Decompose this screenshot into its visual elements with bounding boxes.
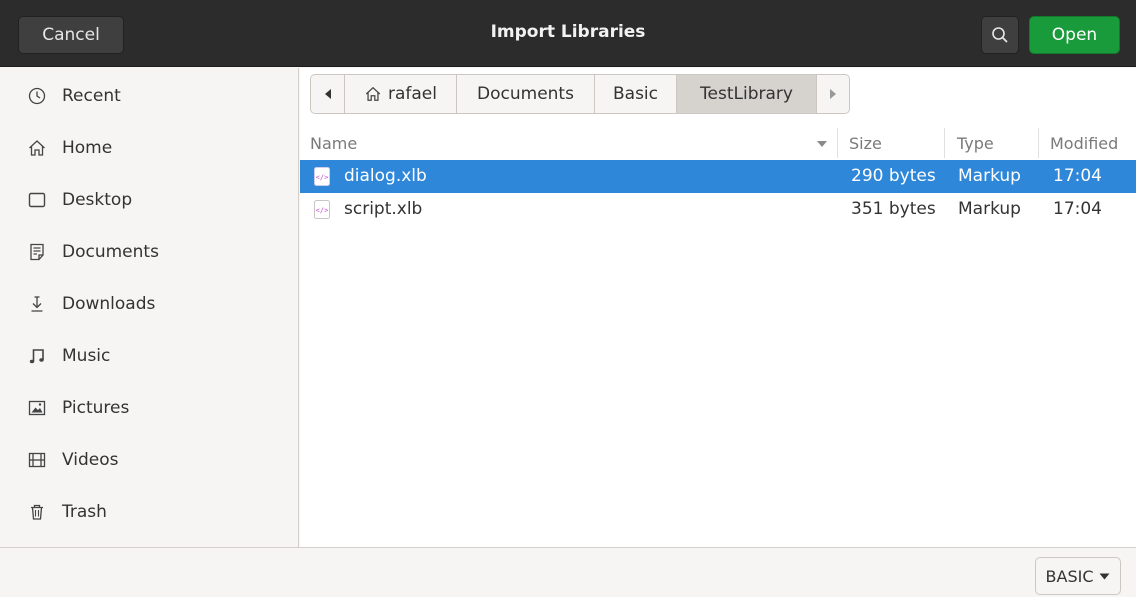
path-bar: rafael Documents Basic TestLibrary	[310, 74, 850, 114]
file-browser: rafael Documents Basic TestLibrary Name …	[300, 68, 1136, 547]
svg-text:</>: </>	[316, 174, 329, 182]
desktop-icon	[26, 189, 48, 211]
sidebar-item-label: Downloads	[62, 294, 156, 314]
sidebar-item-music[interactable]: Music	[0, 330, 298, 382]
path-segment-basic[interactable]: Basic	[595, 75, 677, 113]
sidebar-item-pictures[interactable]: Pictures	[0, 382, 298, 434]
sidebar-item-label: Home	[62, 138, 113, 158]
sidebar-item-videos[interactable]: Videos	[0, 434, 298, 486]
search-button[interactable]	[981, 16, 1019, 54]
markup-file-icon: </>	[314, 167, 330, 186]
file-filter-dropdown[interactable]: BASIC	[1035, 557, 1121, 595]
column-separator	[1038, 128, 1039, 158]
column-header: Name Size Type Modified	[300, 126, 1136, 160]
path-segment-documents[interactable]: Documents	[457, 75, 595, 113]
path-segment-home[interactable]: rafael	[345, 75, 457, 113]
music-icon	[26, 345, 48, 367]
sidebar-item-desktop[interactable]: Desktop	[0, 174, 298, 226]
file-modified: 17:04	[1053, 199, 1102, 219]
path-segment-testlibrary[interactable]: TestLibrary	[677, 75, 817, 113]
dialog-footer: BASIC	[0, 547, 1136, 597]
chevron-down-icon	[1099, 573, 1110, 579]
file-modified: 17:04	[1053, 166, 1102, 186]
file-size: 351 bytes	[851, 199, 936, 219]
trash-icon	[26, 501, 48, 523]
column-type[interactable]: Type	[957, 134, 994, 153]
sidebar-item-recent[interactable]: Recent	[0, 70, 298, 122]
sidebar-item-label: Videos	[62, 450, 119, 470]
column-separator	[837, 128, 838, 158]
file-name: script.xlb	[344, 199, 423, 219]
column-modified[interactable]: Modified	[1050, 134, 1118, 153]
path-segment-label: TestLibrary	[700, 84, 793, 104]
column-size[interactable]: Size	[849, 134, 882, 153]
sidebar-item-label: Music	[62, 346, 111, 366]
sidebar-item-trash[interactable]: Trash	[0, 486, 298, 538]
dialog-title: Import Libraries	[490, 22, 646, 42]
clock-icon	[26, 85, 48, 107]
svg-text:</>: </>	[316, 207, 329, 215]
header-bar: Cancel Import Libraries Open	[0, 0, 1136, 67]
markup-file-icon: </>	[314, 200, 330, 219]
documents-icon	[26, 241, 48, 263]
sidebar-item-home[interactable]: Home	[0, 122, 298, 174]
file-row[interactable]: </> dialog.xlb 290 bytes Markup 17:04	[300, 160, 1136, 193]
sidebar-item-label: Desktop	[62, 190, 133, 210]
sort-descending-icon[interactable]	[816, 140, 828, 148]
sidebar-item-documents[interactable]: Documents	[0, 226, 298, 278]
search-icon	[992, 27, 1008, 43]
videos-icon	[26, 449, 48, 471]
file-type: Markup	[958, 199, 1021, 219]
column-separator	[944, 128, 945, 158]
file-name: dialog.xlb	[344, 166, 427, 186]
sidebar-item-label: Pictures	[62, 398, 130, 418]
file-row[interactable]: </> script.xlb 351 bytes Markup 17:04	[300, 193, 1136, 226]
places-sidebar: Recent Home Desktop Documents Downloads …	[0, 68, 299, 547]
path-segment-label: Documents	[477, 84, 574, 104]
arrow-right-icon	[830, 89, 836, 99]
path-back-button[interactable]	[311, 75, 345, 113]
file-size: 290 bytes	[851, 166, 936, 186]
arrow-left-icon	[324, 89, 331, 99]
sidebar-item-label: Documents	[62, 242, 159, 262]
file-type: Markup	[958, 166, 1021, 186]
downloads-icon	[26, 293, 48, 315]
sidebar-item-label: Recent	[62, 86, 121, 106]
path-segment-label: rafael	[388, 84, 437, 104]
path-forward-button[interactable]	[817, 75, 849, 113]
pictures-icon	[26, 397, 48, 419]
open-button[interactable]: Open	[1029, 16, 1120, 54]
filter-label: BASIC	[1045, 566, 1094, 586]
column-name[interactable]: Name	[310, 134, 357, 153]
path-segment-label: Basic	[612, 84, 658, 104]
sidebar-item-downloads[interactable]: Downloads	[0, 278, 298, 330]
home-icon	[365, 86, 381, 101]
home-icon	[26, 137, 48, 159]
sidebar-item-label: Trash	[62, 502, 107, 522]
